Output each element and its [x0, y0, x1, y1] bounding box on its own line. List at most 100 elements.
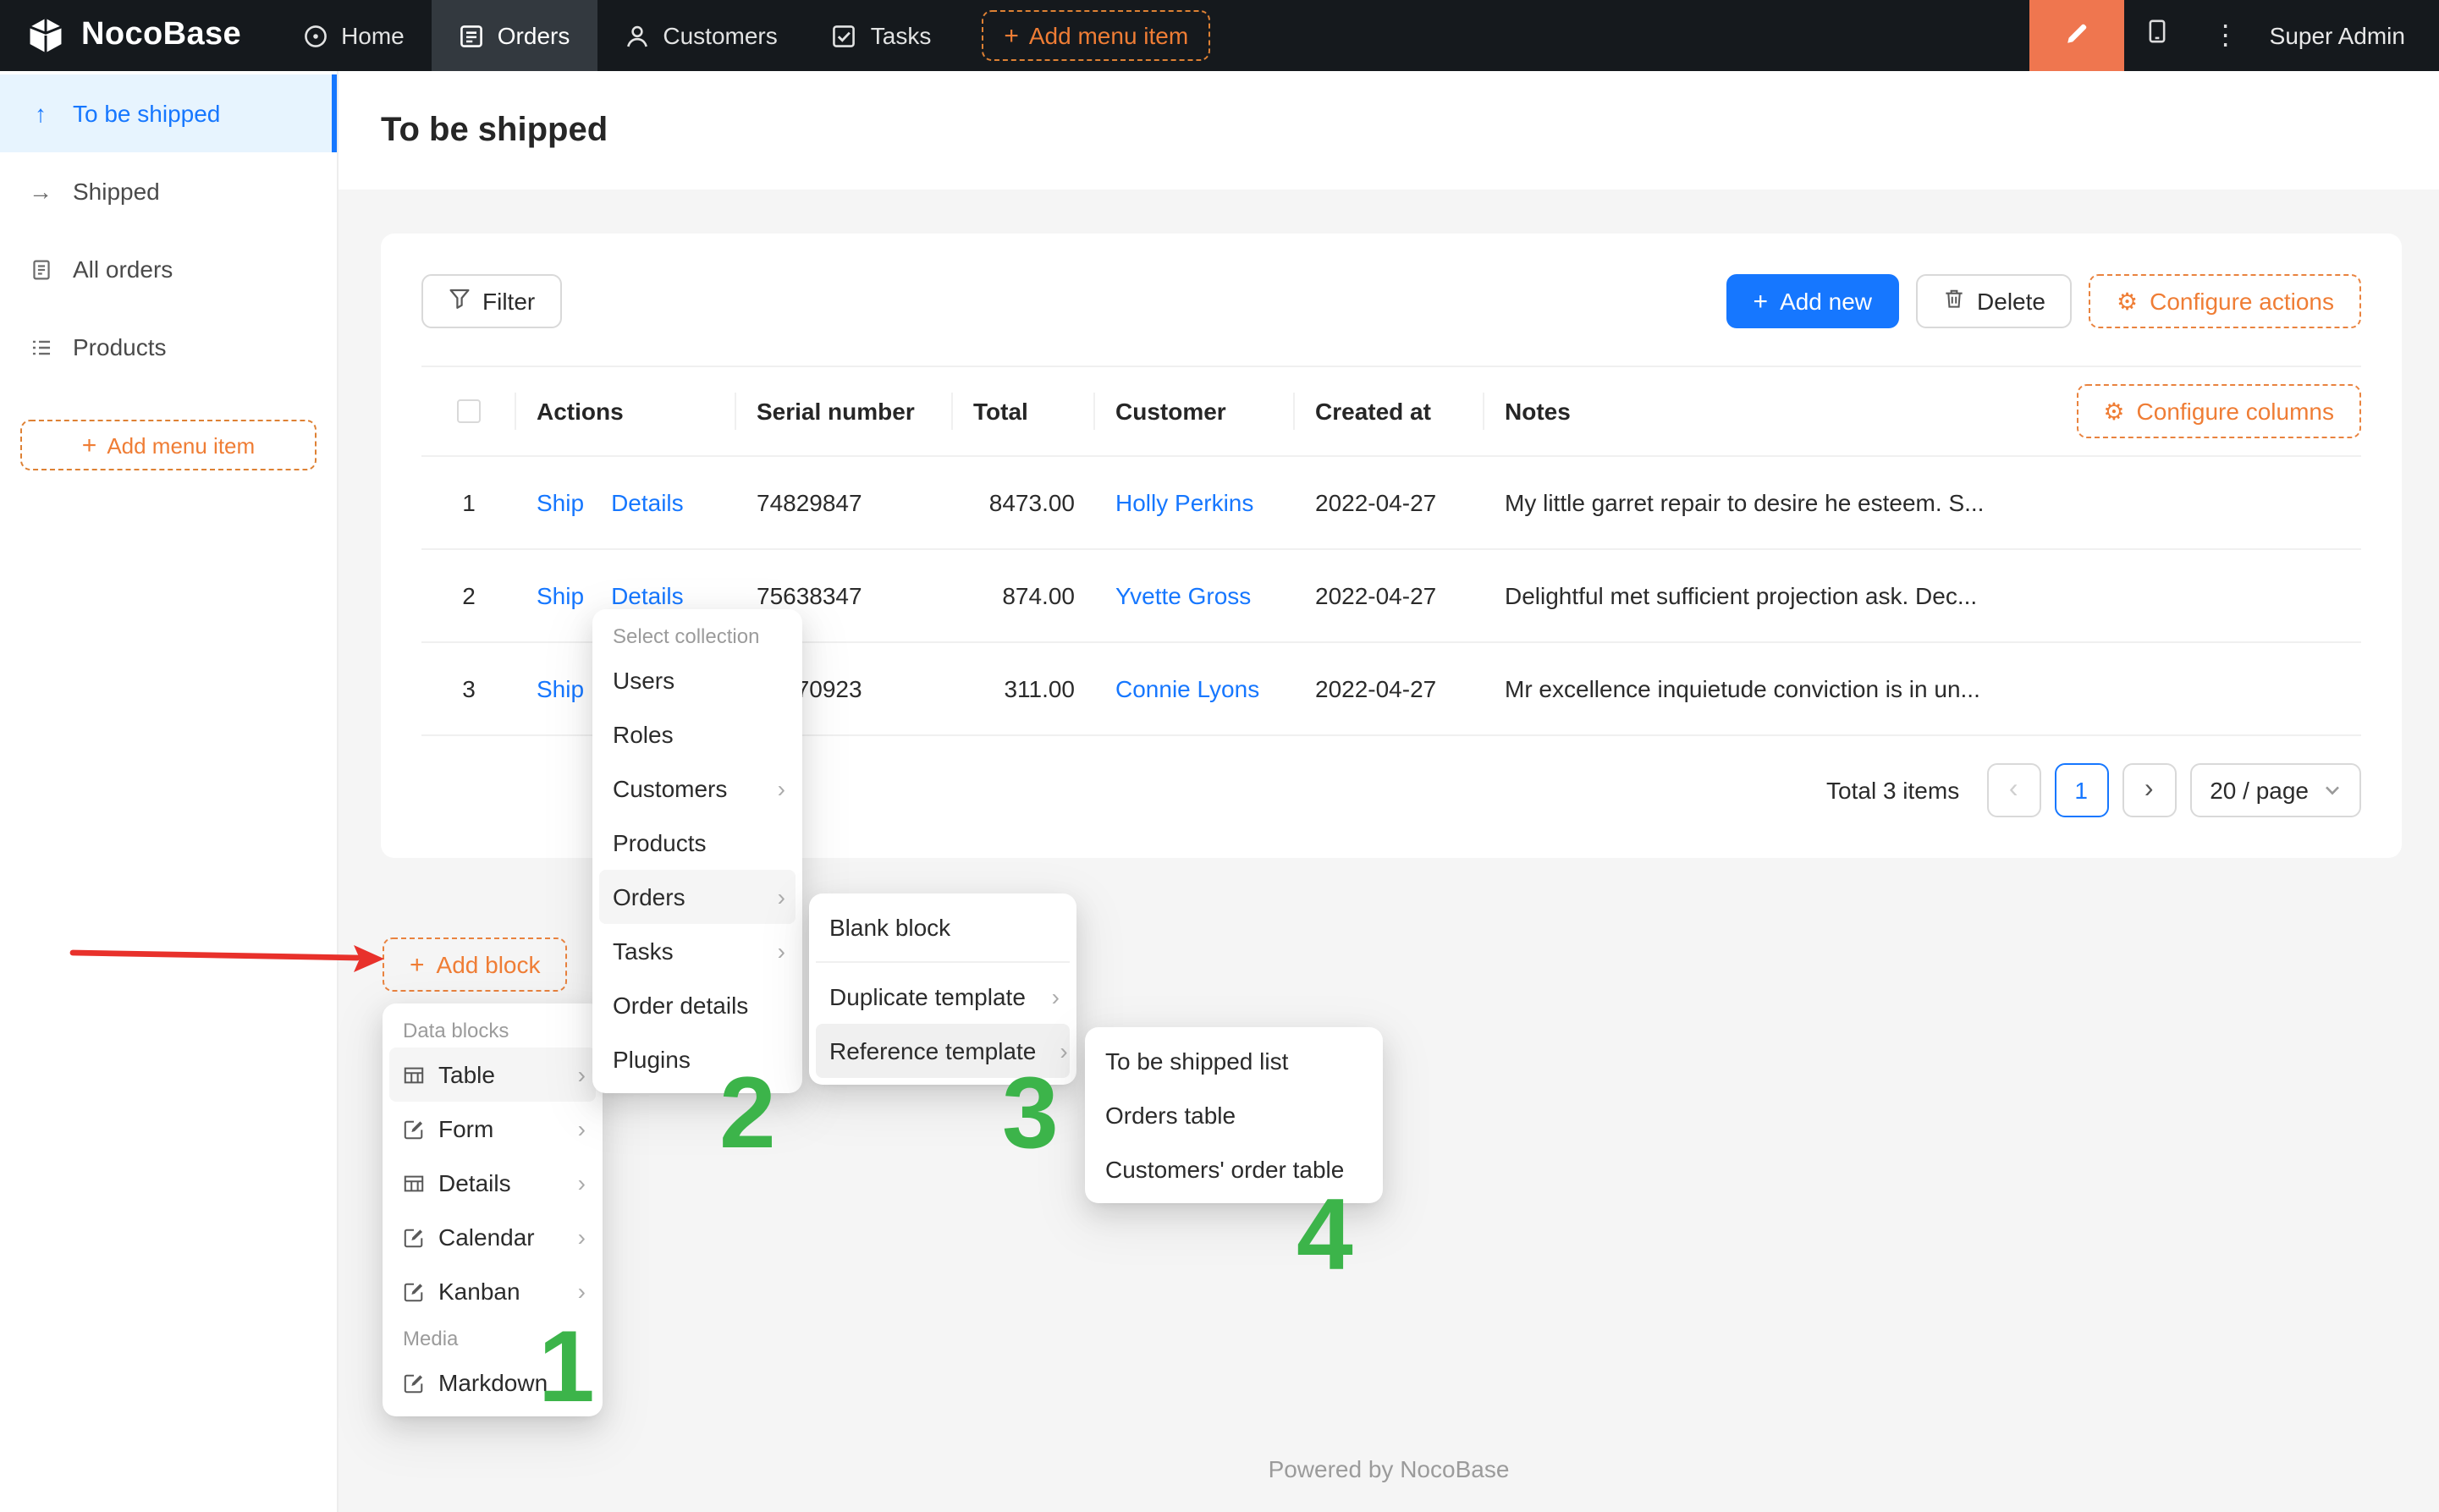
customer-link[interactable]: Yvette Gross	[1115, 582, 1251, 609]
edit-icon	[403, 1118, 425, 1140]
menu-item-products[interactable]: Products	[599, 816, 796, 870]
details-link[interactable]: Details	[611, 489, 684, 516]
menu-item-users[interactable]: Users	[599, 653, 796, 707]
menu-item-form[interactable]: Form ›	[389, 1102, 596, 1156]
ship-link[interactable]: Ship	[537, 489, 584, 516]
edit-icon	[403, 1226, 425, 1248]
chevron-right-icon: ›	[568, 1171, 586, 1195]
menu-item-blank-block[interactable]: Blank block	[816, 900, 1070, 954]
cell-created-at: 2022-04-27	[1295, 582, 1484, 609]
menu-item-roles[interactable]: Roles	[599, 707, 796, 761]
customers-icon	[624, 23, 649, 48]
row-actions: Ship Details	[516, 582, 736, 609]
page-size-select[interactable]: 20 / page	[2189, 763, 2361, 817]
menu-item-calendar[interactable]: Calendar ›	[389, 1210, 596, 1264]
chevron-right-icon: ›	[568, 1225, 586, 1249]
menu-item-duplicate-template[interactable]: Duplicate template ›	[816, 970, 1070, 1024]
cell-notes: Delightful met sufficient projection ask…	[1484, 582, 2361, 609]
customer-link[interactable]: Holly Perkins	[1115, 489, 1253, 516]
arrow-right-icon: →	[27, 178, 54, 205]
nav-add-menu-item-button[interactable]: + Add menu item	[982, 10, 1210, 61]
sidebar-item-label: All orders	[73, 256, 173, 283]
cell-total: 311.00	[953, 675, 1095, 702]
mobile-preview-button[interactable]	[2124, 0, 2192, 71]
navbar-right: ⋮ Super Admin	[2029, 0, 2439, 71]
cell-notes: Mr excellence inquietude conviction is i…	[1484, 675, 2361, 702]
edit-icon	[403, 1372, 425, 1394]
cell-created-at: 2022-04-27	[1295, 675, 1484, 702]
add-block-button[interactable]: + Add block	[383, 937, 568, 992]
add-new-button[interactable]: + Add new	[1726, 274, 1900, 328]
step-annotation-1: 1	[538, 1317, 595, 1418]
plus-icon: +	[82, 432, 97, 458]
menu-item-tasks[interactable]: Tasks ›	[599, 924, 796, 978]
pagination-page-1[interactable]: 1	[2054, 763, 2108, 817]
document-icon	[27, 258, 54, 280]
configure-actions-button[interactable]: ⚙ Configure actions	[2089, 274, 2361, 328]
details-link[interactable]: Details	[611, 582, 684, 609]
ui-editor-button[interactable]	[2029, 0, 2124, 71]
sidebar-add-menu-item-button[interactable]: + Add menu item	[20, 420, 317, 470]
configure-columns-button[interactable]: ⚙ Configure columns	[2076, 384, 2361, 438]
nav-item-home[interactable]: Home	[275, 0, 432, 71]
row-index: 2	[421, 582, 516, 609]
nav-item-orders[interactable]: Orders	[432, 0, 597, 71]
row-actions: Ship Details	[516, 489, 736, 516]
filter-icon	[449, 288, 471, 315]
more-menu-button[interactable]: ⋮	[2192, 0, 2260, 71]
sidebar-item-products[interactable]: Products	[0, 308, 337, 386]
nav-item-label: Tasks	[871, 22, 932, 49]
list-icon	[27, 336, 54, 358]
pagination-next-button[interactable]: ›	[2122, 763, 2176, 817]
select-all-checkbox[interactable]	[457, 399, 481, 423]
cell-total: 8473.00	[953, 489, 1095, 516]
pagination-total: Total 3 items	[1826, 777, 1959, 804]
menu-item-details[interactable]: Details ›	[389, 1156, 596, 1210]
customer-link[interactable]: Connie Lyons	[1115, 675, 1259, 702]
user-name[interactable]: Super Admin	[2260, 22, 2439, 49]
nav-item-customers[interactable]: Customers	[597, 0, 804, 71]
footer-text: Powered by NocoBase	[339, 1455, 2439, 1482]
table-toolbar: Filter + Add new Delete ⚙	[421, 274, 2361, 328]
table-row: 1 Ship Details 74829847 8473.00 Holly Pe…	[421, 457, 2361, 550]
ship-link[interactable]: Ship	[537, 675, 584, 702]
header-cell-serial: Serial number	[736, 398, 953, 425]
cell-notes: My little garret repair to desire he est…	[1484, 489, 2361, 516]
red-arrow-annotation	[68, 934, 389, 981]
cell-created-at: 2022-04-27	[1295, 489, 1484, 516]
menu-item-customers[interactable]: Customers ›	[599, 761, 796, 816]
toolbar-actions: + Add new Delete ⚙ Configure actions	[1726, 274, 2361, 328]
menu-item-orders[interactable]: Orders ›	[599, 870, 796, 924]
edit-icon	[403, 1280, 425, 1302]
sidebar-item-all-orders[interactable]: All orders	[0, 230, 337, 308]
cell-serial: 75638347	[736, 582, 953, 609]
step-annotation-2: 2	[719, 1063, 776, 1164]
header-cell-total: Total	[953, 398, 1095, 425]
sidebar: ↑ To be shipped → Shipped All orders Pro…	[0, 71, 339, 1512]
menu-divider	[816, 961, 1070, 963]
cell-serial: 74829847	[736, 489, 953, 516]
pagination-prev-button[interactable]: ‹	[1986, 763, 2040, 817]
chevron-right-icon: ›	[768, 777, 785, 800]
main-menu: Home Orders Customers Tasks	[275, 0, 1210, 71]
ui-editor-icon	[2063, 19, 2090, 52]
sidebar-item-to-be-shipped[interactable]: ↑ To be shipped	[0, 74, 337, 152]
filter-button[interactable]: Filter	[421, 274, 562, 328]
mobile-icon	[2145, 19, 2171, 52]
nocobase-logo[interactable]: NocoBase	[0, 0, 275, 71]
step-annotation-4: 4	[1297, 1185, 1353, 1286]
menu-item-orders-table[interactable]: Orders table	[1092, 1088, 1376, 1142]
row-index: 1	[421, 489, 516, 516]
tasks-icon	[832, 23, 857, 48]
delete-button[interactable]: Delete	[1916, 274, 2073, 328]
menu-item-order-details[interactable]: Order details	[599, 978, 796, 1032]
logo-icon	[25, 15, 66, 56]
nav-item-label: Customers	[663, 22, 777, 49]
sidebar-item-shipped[interactable]: → Shipped	[0, 152, 337, 230]
nav-item-tasks[interactable]: Tasks	[805, 0, 959, 71]
gear-icon: ⚙	[2103, 399, 2124, 423]
menu-item-to-be-shipped-list[interactable]: To be shipped list	[1092, 1034, 1376, 1088]
ship-link[interactable]: Ship	[537, 582, 584, 609]
menu-item-table[interactable]: Table ›	[389, 1047, 596, 1102]
sidebar-item-label: Products	[73, 333, 167, 360]
